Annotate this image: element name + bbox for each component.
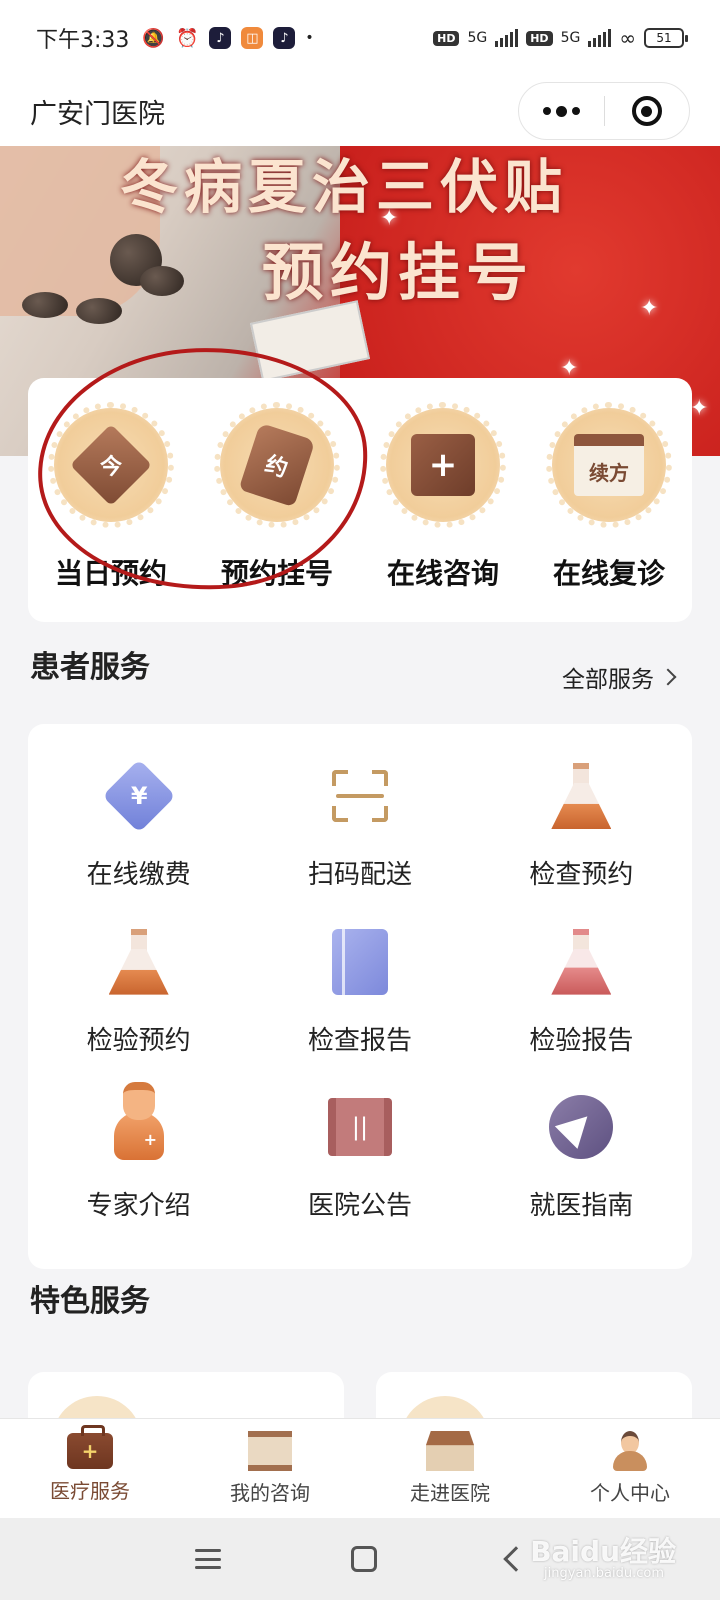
quick-action-consult[interactable]: + 在线咨询 — [360, 402, 526, 622]
baidu-watermark-url: jingyan.baidu.com — [544, 1566, 664, 1581]
notice-glyph: || — [327, 1098, 392, 1157]
service-exam-report[interactable]: 检查报告 — [249, 918, 470, 1084]
service-label: 检验报告 — [529, 1025, 634, 1056]
banner-subheadline: 预约挂号 — [262, 236, 535, 309]
service-lab-appointment[interactable]: 检验预约 — [28, 918, 249, 1084]
more-dot-icon: • — [305, 30, 314, 46]
payment-icon: ¥ — [101, 758, 177, 834]
network-label: 5G — [560, 30, 581, 46]
banner-headline: 冬病夏治三伏贴 — [120, 153, 569, 221]
mi-app-icon: ◫ — [241, 27, 264, 49]
status-time: 下午3:33 — [36, 28, 130, 53]
patient-services-grid: ¥ 在线缴费 扫码配送 检查预约 检验预约 检查报告 检验报告 + 专家介绍 |… — [28, 724, 692, 1269]
signal-icon — [495, 29, 519, 47]
service-label: 专家介绍 — [86, 1191, 191, 1222]
medical-case-icon: + — [67, 1425, 113, 1469]
quick-action-label: 在线咨询 — [386, 557, 499, 590]
tab-label: 我的咨询 — [230, 1481, 310, 1505]
tab-label: 个人中心 — [590, 1481, 670, 1505]
flask-icon — [101, 924, 177, 1000]
page-title: 广安门医院 — [30, 98, 165, 130]
close-miniprogram-button[interactable] — [605, 83, 690, 139]
douyin-app-icon: ♪ — [209, 27, 232, 49]
service-guide[interactable]: 就医指南 — [471, 1083, 692, 1249]
more-dots-icon — [542, 105, 580, 117]
service-label: 检查报告 — [307, 1025, 412, 1056]
service-exam-appointment[interactable]: 检查预约 — [471, 752, 692, 918]
sparkle-icon: ✦ — [690, 396, 709, 421]
patient-services-title: 患者服务 — [30, 650, 150, 685]
service-label: 检查预约 — [529, 860, 634, 890]
tab-my-consultations[interactable]: 我的咨询 — [180, 1419, 360, 1518]
status-right: HD 5G HD 5G ∞ 51 — [433, 26, 688, 50]
quick-action-label: 在线复诊 — [552, 557, 665, 590]
herbal-ball — [76, 298, 122, 324]
revisit-glyph: 续方 — [574, 434, 644, 496]
payment-glyph: ¥ — [130, 781, 148, 810]
medical-case-glyph: + — [81, 1439, 99, 1463]
service-experts[interactable]: + 专家介绍 — [28, 1082, 249, 1249]
notice-scroll-icon: || — [322, 1089, 398, 1165]
status-icons: 🔕 ⏰ ♪ ◫ ♪ • — [141, 26, 314, 50]
target-icon — [631, 96, 662, 126]
prescription-calendar-icon: 续方 — [546, 402, 672, 528]
baidu-watermark: Baidu经验 — [530, 1535, 676, 1568]
sparkle-icon: ✦ — [640, 296, 659, 321]
signal-icon — [588, 29, 612, 47]
navigation-icon — [543, 1089, 619, 1165]
scroll-icon — [248, 1431, 292, 1471]
all-services-link[interactable]: 全部服务 — [562, 660, 677, 694]
tab-about-hospital[interactable]: 走进医院 — [360, 1419, 540, 1518]
all-services-label: 全部服务 — [562, 667, 654, 693]
service-label: 检验预约 — [86, 1025, 191, 1056]
quick-action-revisit[interactable]: 续方 在线复诊 — [526, 402, 692, 622]
bottom-tab-bar: + 医疗服务 我的咨询 走进医院 个人中心 — [0, 1418, 720, 1518]
network-label: 5G — [467, 30, 488, 46]
battery-level: 51 — [656, 31, 672, 45]
person-icon — [613, 1431, 647, 1471]
consult-glyph: + — [411, 434, 475, 496]
doctor-glyph: + — [143, 1130, 158, 1150]
service-label: 医院公告 — [307, 1191, 412, 1222]
herbal-ball — [140, 266, 184, 296]
chevron-right-icon — [659, 668, 677, 686]
service-announcements[interactable]: || 医院公告 — [249, 1083, 470, 1249]
flask-icon — [543, 924, 619, 1000]
status-bar: 下午3:33 🔕 ⏰ ♪ ◫ ♪ • HD 5G HD 5G ∞ 51 — [0, 0, 720, 76]
service-scan-delivery[interactable]: 扫码配送 — [249, 752, 470, 918]
service-online-payment[interactable]: ¥ 在线缴费 — [28, 752, 249, 918]
tab-label: 走进医院 — [410, 1481, 490, 1505]
tab-personal-center[interactable]: 个人中心 — [540, 1419, 720, 1518]
service-label: 扫码配送 — [307, 860, 412, 890]
doctor-icon: + — [101, 1082, 177, 1165]
scan-icon — [322, 758, 398, 834]
herbal-ball — [22, 292, 68, 318]
mini-program-header: 广安门医院 — [0, 76, 720, 146]
capsule-menu — [518, 82, 690, 140]
service-lab-report[interactable]: 检验报告 — [471, 918, 692, 1084]
alarm-icon: ⏰ — [176, 27, 199, 49]
sparkle-icon: ✦ — [380, 206, 399, 231]
service-label: 在线缴费 — [86, 860, 191, 890]
consult-plus-icon: + — [380, 402, 506, 528]
hospital-building-icon — [426, 1431, 474, 1471]
mute-icon: 🔕 — [142, 27, 165, 49]
home-button[interactable] — [351, 1546, 377, 1572]
douyin-app-icon: ♪ — [273, 27, 296, 49]
report-book-icon — [322, 924, 398, 1000]
featured-services-title: 特色服务 — [30, 1284, 150, 1319]
service-label: 就医指南 — [529, 1191, 634, 1222]
recent-apps-button[interactable] — [195, 1549, 221, 1569]
hotspot-icon: ∞ — [619, 26, 636, 50]
battery-icon: 51 — [644, 28, 688, 48]
hd-badge: HD — [526, 30, 553, 46]
tab-label: 医疗服务 — [50, 1479, 130, 1503]
back-button[interactable] — [503, 1546, 529, 1572]
tab-medical-services[interactable]: + 医疗服务 — [0, 1419, 180, 1518]
more-button[interactable] — [519, 83, 604, 139]
flask-icon — [543, 758, 619, 834]
hd-badge: HD — [433, 30, 460, 46]
